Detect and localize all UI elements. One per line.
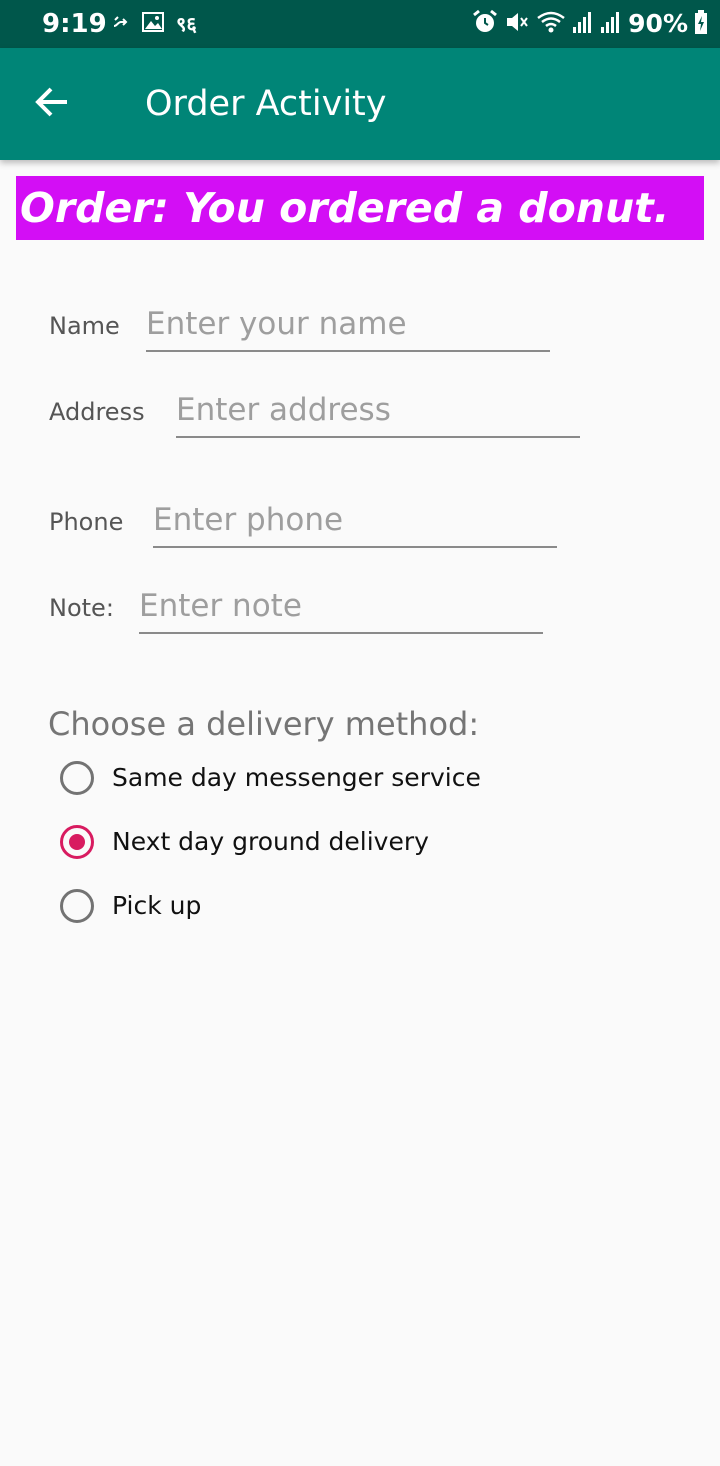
page-title: Order Activity (145, 84, 387, 124)
app-bar: Order Activity (0, 48, 720, 160)
note-input[interactable] (139, 580, 543, 634)
radio-pick-up[interactable]: Pick up (60, 882, 201, 930)
status-system-icons: 90% (472, 8, 708, 40)
phone-label: Phone (49, 508, 124, 536)
delivery-heading: Choose a delivery method: (48, 705, 480, 743)
note-label: Note: (49, 594, 114, 622)
phone-input[interactable] (153, 494, 557, 548)
back-button[interactable] (24, 76, 80, 132)
radio-unchecked-icon (60, 889, 94, 923)
order-message: Order: You ordered a donut. (20, 184, 670, 232)
radio-same-day[interactable]: Same day messenger service (60, 754, 481, 802)
status-time: 9:19 (42, 9, 107, 39)
battery-icon (694, 9, 708, 39)
arrow-left-icon (34, 84, 70, 124)
radio-dot (69, 834, 85, 850)
status-bar: 9:19 ९६ 90% (0, 0, 720, 48)
battery-percentage: 90% (628, 9, 688, 38)
order-banner: Order: You ordered a donut. (16, 176, 704, 240)
radio-checked-icon (60, 825, 94, 859)
signal-icon (572, 9, 594, 39)
wifi-icon (536, 9, 566, 39)
sync-icon (110, 12, 130, 36)
status-notification-icons: ९६ (110, 10, 197, 38)
name-input[interactable] (146, 298, 550, 352)
radio-unchecked-icon (60, 761, 94, 795)
radio-next-day[interactable]: Next day ground delivery (60, 818, 429, 866)
image-icon (142, 11, 164, 37)
name-label: Name (49, 312, 120, 340)
radio-label: Pick up (112, 891, 202, 920)
address-label: Address (49, 398, 145, 426)
address-input[interactable] (176, 384, 580, 438)
radio-label: Next day ground delivery (112, 827, 429, 856)
notification-text-icon: ९६ (176, 12, 197, 36)
signal-icon (600, 9, 622, 39)
mute-icon (504, 9, 530, 39)
alarm-icon (472, 9, 498, 39)
radio-label: Same day messenger service (112, 763, 481, 792)
